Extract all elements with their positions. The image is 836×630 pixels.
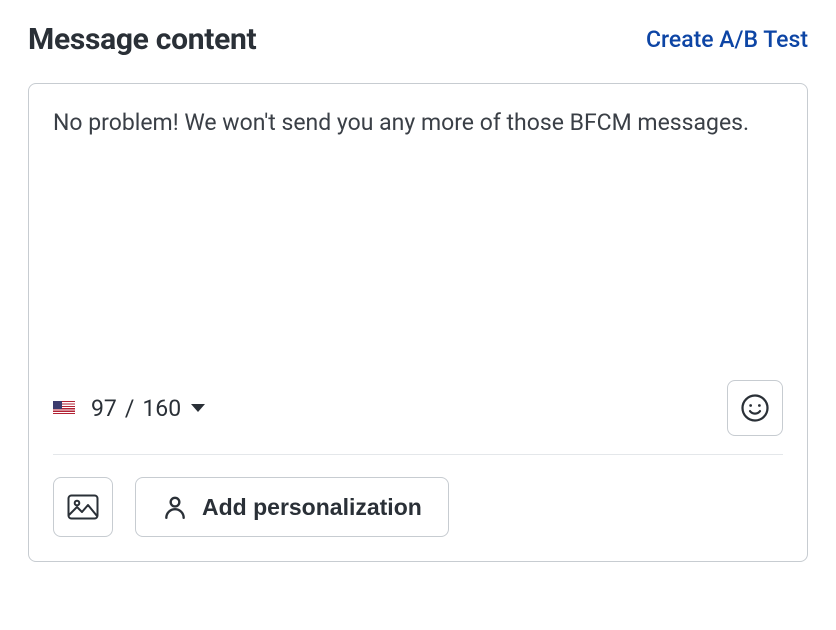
header-row: Message content Create A/B Test <box>28 22 808 57</box>
count-separator: / <box>125 395 135 422</box>
toolbar-row: Add personalization <box>53 477 783 537</box>
count-current: 97 <box>91 395 117 422</box>
message-textarea[interactable]: No problem! We won't send you any more o… <box>53 106 783 376</box>
add-personalization-button[interactable]: Add personalization <box>135 477 449 537</box>
character-count[interactable]: 97 / 160 <box>91 395 205 422</box>
us-flag-icon[interactable] <box>53 401 75 416</box>
counter-left: 97 / 160 <box>53 395 205 422</box>
add-image-button[interactable] <box>53 477 113 537</box>
emoji-button[interactable] <box>727 380 783 436</box>
create-ab-test-link[interactable]: Create A/B Test <box>646 26 808 53</box>
counter-row: 97 / 160 <box>53 376 783 455</box>
message-editor-card: No problem! We won't send you any more o… <box>28 83 808 562</box>
personalization-label: Add personalization <box>202 494 422 521</box>
person-icon <box>162 494 188 520</box>
smile-icon <box>740 393 770 423</box>
count-max: 160 <box>142 395 181 422</box>
image-icon <box>67 494 99 520</box>
chevron-down-icon <box>191 404 205 412</box>
section-title: Message content <box>28 22 256 57</box>
